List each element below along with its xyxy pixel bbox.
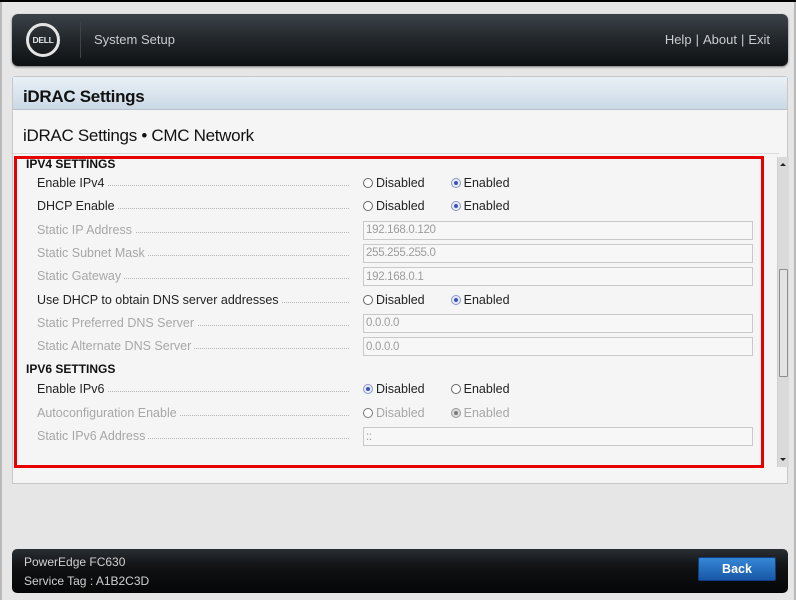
system-setup-screen: DELL System Setup Help | About | Exit iDRAC … [0,2,796,600]
radio-label: Disabled [376,292,425,307]
setting-row-dhcp-enable: DHCP Enable Disabled Enabled [37,197,753,217]
setting-label: Static IP Address [37,222,135,237]
setting-row-use-dhcp-to-obtain-dns-server-addresses: Use DHCP to obtain DNS server addresses D… [37,291,753,311]
radio-disabled[interactable]: Disabled [363,199,425,213]
scroll-down-arrow-icon[interactable] [780,458,786,461]
radio-label: Disabled [376,405,425,420]
setting-label: Autoconfiguration Enable [37,405,180,420]
radio-label: Enabled [463,292,510,307]
link-separator: | [695,32,699,47]
radio-unselected-icon [363,407,373,418]
scroll-up-arrow-icon[interactable] [780,163,786,166]
radio-selected-icon[interactable] [450,294,461,305]
static-alternate-dns-server-field [363,337,753,357]
static-gateway-field [363,267,753,287]
setting-row-enable-ipv4: Enable IPv4 Disabled Enabled [37,174,753,194]
header-links: Help | About | Exit [665,32,770,47]
back-button[interactable]: Back [698,557,776,581]
breadcrumb: iDRAC Settings • CMC Network [13,110,779,154]
radio-group: Disabled Enabled [363,293,510,308]
header-bar: DELL System Setup Help | About | Exit [12,14,788,66]
setting-label: DHCP Enable [37,199,118,214]
dell-logo-icon: DELL [26,23,60,57]
setting-label: Static Alternate DNS Server [37,339,195,354]
link-separator: | [740,32,745,47]
radio-label: Enabled [463,199,510,214]
ipv4-section-heading: IPV4 SETTINGS [26,157,116,171]
setting-row-static-subnet-mask: Static Subnet Mask [37,243,753,264]
setting-row-static-preferred-dns-server: Static Preferred DNS Server [37,313,753,334]
system-model: PowerEdge FC630 [24,555,126,569]
setting-label: Static Gateway [37,269,125,284]
setting-row-static-alternate-dns-server: Static Alternate DNS Server [37,337,753,357]
radio-selected-icon[interactable] [450,178,461,188]
setting-label: Static Subnet Mask [37,245,148,260]
radio-disabled[interactable]: Disabled [363,293,425,307]
footer-bar: PowerEdge FC630 Service Tag : A1B2C3D Ba… [12,549,788,593]
radio-unselected-icon[interactable] [450,384,461,395]
radio-enabled[interactable]: Enabled [450,176,510,190]
setting-row-static-ipv6-address: Static IPv6 Address [37,427,753,447]
radio-selected-icon[interactable] [450,201,461,212]
static-ip-address-field [363,220,753,240]
radio-label: Disabled [376,382,425,397]
radio-selected-icon[interactable] [363,384,373,395]
radio-group: Disabled Enabled [363,382,510,397]
radio-group: Disabled Enabled [363,406,510,421]
radio-disabled[interactable]: Disabled [363,176,425,190]
static-subnet-mask-field [363,243,753,263]
radio-enabled: Enabled [450,405,510,420]
radio-unselected-icon[interactable] [363,178,373,188]
radio-enabled[interactable]: Enabled [450,382,510,397]
panel-title: iDRAC Settings [13,77,787,110]
radio-enabled[interactable]: Enabled [450,292,510,307]
static-preferred-dns-server-field [363,313,753,333]
radio-selected-icon [450,407,461,418]
radio-label: Enabled [463,176,510,190]
exit-link[interactable]: Exit [748,32,770,47]
settings-panel: iDRAC Settings iDRAC Settings • CMC Netw… [12,76,789,484]
radio-enabled[interactable]: Enabled [450,199,510,214]
setting-row-static-ip-address: Static IP Address [37,220,753,241]
scrollbar-thumb[interactable] [779,269,788,377]
radio-label: Enabled [463,405,510,420]
setting-row-autoconfiguration-enable: Autoconfiguration Enable Disabled Enabled [37,404,753,424]
radio-group: Disabled Enabled [363,176,510,191]
setting-row-static-gateway: Static Gateway [37,267,753,287]
radio-label: Disabled [376,199,425,214]
radio-group: Disabled Enabled [363,199,510,214]
radio-label: Disabled [376,176,425,190]
setting-label: Static Preferred DNS Server [37,315,197,330]
static-ipv6-address-field [363,427,753,446]
help-link[interactable]: Help [665,32,692,47]
radio-label: Enabled [463,382,510,397]
radio-disabled: Disabled [363,406,425,420]
radio-unselected-icon[interactable] [363,294,373,305]
vertical-scrollbar[interactable] [777,157,789,467]
setting-row-enable-ipv6: Enable IPv6 Disabled Enabled [37,380,753,400]
about-link[interactable]: About [703,32,737,47]
ipv6-section-heading: IPV6 SETTINGS [26,362,116,377]
radio-unselected-icon[interactable] [363,201,373,212]
radio-disabled[interactable]: Disabled [363,382,425,396]
settings-scroll-area: IPV4 SETTINGS Enable IPv4 Disabled Enabled D… [13,157,777,467]
setting-label: Enable IPv4 [37,176,108,190]
app-title: System Setup [94,32,175,47]
setting-label: Use DHCP to obtain DNS server addresses [37,292,282,307]
service-tag: Service Tag : A1B2C3D [24,574,150,588]
setting-label: Static IPv6 Address [37,429,149,443]
header-divider [80,22,81,58]
setting-label: Enable IPv6 [37,382,108,397]
